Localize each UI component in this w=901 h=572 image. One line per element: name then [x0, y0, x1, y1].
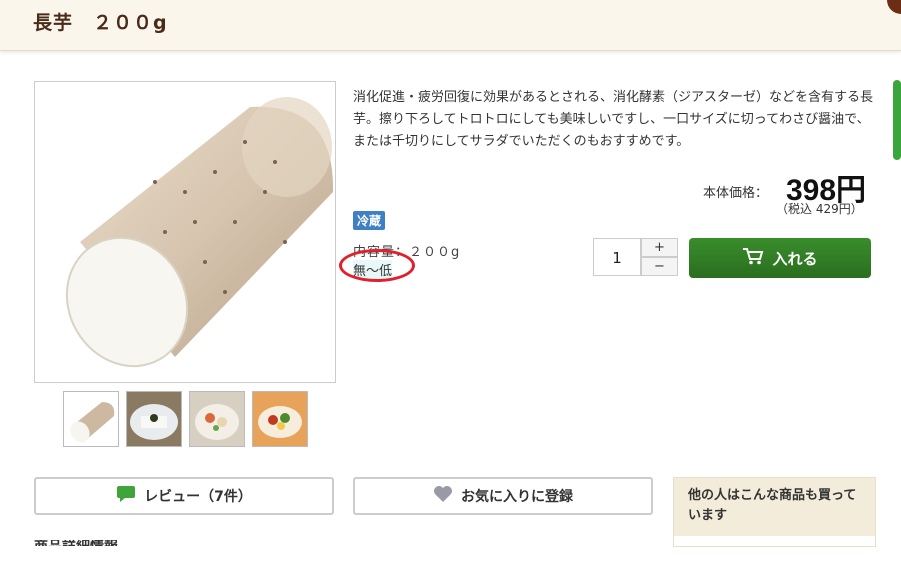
- add-to-cart-button[interactable]: 入れる: [689, 238, 871, 278]
- thumbnail-dish-1[interactable]: [126, 391, 182, 447]
- thumbnail-yam[interactable]: [63, 391, 119, 447]
- review-button[interactable]: レビュー（7件）: [34, 477, 334, 515]
- speech-bubble-icon: [116, 485, 136, 507]
- details-heading: 商品詳細情報: [34, 540, 118, 546]
- main-product-image: [34, 81, 336, 383]
- review-label: レビュー（7件）: [144, 489, 252, 505]
- recommendation-box: 他の人はこんな商品も買っています: [673, 477, 876, 547]
- page-title: 長芋 ２００g: [33, 12, 168, 34]
- price-label: 本体価格：: [703, 186, 769, 201]
- product-description: 消化促進・疲労回復に効果があるとされる、消化酵素（ジアスターゼ）などを含有する長…: [353, 90, 874, 149]
- scrollbar[interactable]: [893, 80, 901, 160]
- corner-menu-button[interactable]: [887, 0, 901, 14]
- price-with-tax: （税込 429円）: [776, 202, 863, 216]
- favorite-button[interactable]: お気に入りに登録: [353, 477, 653, 515]
- heart-icon: [433, 485, 453, 507]
- quantity-decrease-button[interactable]: −: [641, 257, 678, 276]
- quantity-input[interactable]: 1: [593, 238, 641, 276]
- storage-badge: 冷蔵: [353, 211, 386, 230]
- thumbnail-dish-2[interactable]: [189, 391, 245, 447]
- recommendation-heading: 他の人はこんな商品も買っています: [674, 478, 875, 536]
- cart-icon: [742, 247, 764, 269]
- page-header: 長芋 ２００g: [0, 0, 901, 51]
- favorite-label: お気に入りに登録: [461, 489, 573, 505]
- add-to-cart-label: 入れる: [772, 249, 818, 268]
- quantity-increase-button[interactable]: +: [641, 238, 678, 257]
- annotation-circle: [339, 249, 415, 282]
- thumbnail-dish-3[interactable]: [252, 391, 308, 447]
